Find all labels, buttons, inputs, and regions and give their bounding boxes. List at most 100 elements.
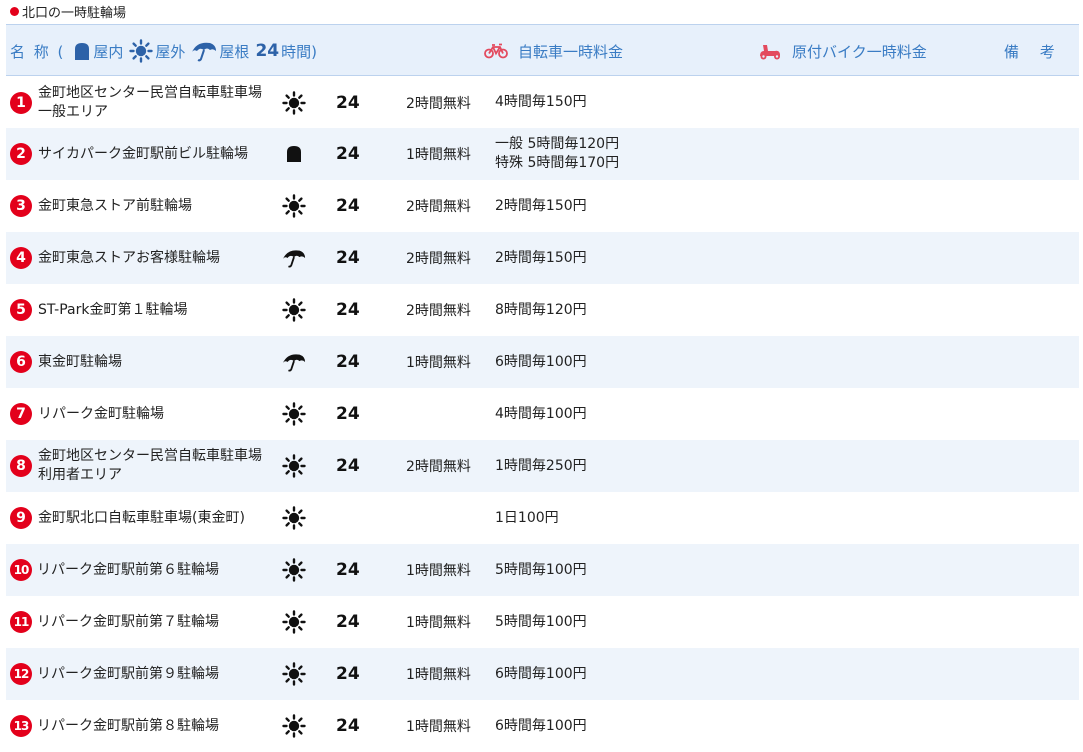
notes-header: 備 考 [1004,25,1063,77]
row-number-badge: 7 [10,403,32,425]
parking-name: リパーク金町駅前第８駐輪場 [37,717,219,734]
fee-line: 4時間毎100円 [495,405,587,422]
table-row: 4 金町東急ストアお客様駐輪場 24 2時間無料 2時間毎150円 [6,232,1079,284]
open-24h: 24 [336,612,360,632]
open-24h: 24 [336,560,360,580]
fee-line: 6時間毎100円 [495,353,587,370]
hours-label: 時間) [281,42,317,61]
bicycle-fee-header: 自転車一時料金 [484,25,623,77]
legend-indoor: 屋内 [73,41,123,62]
row-number-badge: 13 [10,715,32,737]
table-row: 11 リパーク金町駅前第７駐輪場 24 1時間無料 5時間毎100円 [6,596,1079,648]
fee-line: 5時間毎100円 [495,561,587,578]
sun-icon [282,558,306,582]
fee-line: 2時間毎150円 [495,197,587,214]
parking-name: 金町東急ストア前駐輪場 [38,197,192,214]
indoor-icon [75,43,90,60]
bicycle-fee: 6時間毎100円 [495,700,587,752]
legend-24h: 24 時間) [255,41,317,62]
notes-label: 備 考 [1004,42,1063,61]
open-24h: 24 [336,404,360,424]
free-time: 1時間無料 [406,719,471,735]
fee-line: 2時間毎150円 [495,249,587,266]
fee-line: 8時間毎120円 [495,301,587,318]
umbrella-icon [192,42,217,62]
row-number-badge: 10 [10,559,32,581]
fee-line: 6時間毎100円 [495,717,587,734]
parking-table-body: 1 金町地区センター民営自転車駐車場一般エリア 24 2時間無料 4時間毎150… [6,77,1079,752]
bicycle-fee: 一般 5時間毎120円 特殊 5時間毎170円 [495,128,619,180]
indoor-label: 屋内 [93,42,124,61]
sun-icon [282,298,306,322]
parking-name: 金町地区センター民営自転車駐車場利用者エリア [38,448,262,483]
bicycle-fee: 2時間毎150円 [495,180,587,232]
open-24h: 24 [336,92,360,113]
free-time: 1時間無料 [406,147,471,163]
parking-name: リパーク金町駐輪場 [38,405,164,422]
free-time: 2時間無料 [406,199,471,215]
row-number-badge: 4 [10,247,32,269]
sun-icon [282,402,306,426]
open-24h: 24 [336,196,360,216]
roof-label: 屋根 [219,42,250,61]
table-row: 7 リパーク金町駐輪場 24 4時間毎100円 [6,388,1079,440]
free-time: 1時間無料 [406,667,471,683]
table-row: 1 金町地区センター民営自転車駐車場一般エリア 24 2時間無料 4時間毎150… [6,77,1079,128]
row-number-badge: 6 [10,351,32,373]
parking-name: ST-Park金町第１駐輪場 [38,301,188,318]
bicycle-fee: 6時間毎100円 [495,336,587,388]
fee-line: 5時間毎100円 [495,613,587,630]
sun-icon [282,454,306,478]
free-time: 2時間無料 [406,459,471,475]
red-dot-icon [10,6,19,16]
parking-name: 東金町駐輪場 [38,353,122,370]
table-row: 10 リパーク金町駅前第６駐輪場 24 1時間無料 5時間毎100円 [6,544,1079,596]
fee-line: 一般 5時間毎120円 [495,136,620,152]
free-time: 2時間無料 [406,95,471,112]
open-24h: 24 [336,716,360,736]
bicycle-fee: 1時間毎250円 [495,440,587,492]
sun-icon [282,91,306,115]
table-row: 13 リパーク金町駅前第８駐輪場 24 1時間無料 6時間毎100円 [6,700,1079,752]
parking-name: リパーク金町駅前第７駐輪場 [37,613,219,630]
open-24h: 24 [336,456,360,476]
open-24h: 24 [336,248,360,268]
legend-outdoor: 屋外 [129,39,185,63]
bicycle-fee: 1日100円 [495,492,559,544]
free-time: 2時間無料 [406,303,471,319]
row-number-badge: 11 [10,611,32,633]
fee-line: 6時間毎100円 [495,665,587,682]
parking-name: リパーク金町駅前第９駐輪場 [37,665,219,682]
24h-mark: 24 [255,41,280,61]
bicycle-fee: 6時間毎100円 [495,648,587,700]
sun-icon [282,714,306,738]
sun-icon [282,662,306,686]
bicycle-fee: 8時間毎120円 [495,284,587,336]
row-number-badge: 3 [10,195,32,217]
bicycle-fee: 4時間毎150円 [495,77,587,128]
row-number-badge: 1 [10,92,32,114]
fee-line: 4時間毎150円 [495,94,587,110]
open-24h: 24 [336,300,360,320]
sun-icon [282,610,306,634]
parking-name: リパーク金町駅前第６駐輪場 [37,561,219,578]
bicycle-fee: 5時間毎100円 [495,596,587,648]
moped-fee-label: 原付バイク一時料金 [792,42,927,61]
bicycle-icon [484,43,508,59]
legend-roof: 屋根 [191,40,249,62]
parking-name: 金町地区センター民営自転車駐車場一般エリア [38,84,262,120]
table-row: 12 リパーク金町駅前第９駐輪場 24 1時間無料 6時間毎100円 [6,648,1079,700]
free-time: 1時間無料 [406,355,471,371]
bicycle-fee: 5時間毎100円 [495,544,587,596]
open-24h: 24 [336,352,360,372]
parking-name: サイカパーク金町駅前ビル駐輪場 [38,145,248,162]
table-row: 2 サイカパーク金町駅前ビル駐輪場 24 1時間無料 一般 5時間毎120円 特殊… [6,128,1079,180]
umbrella-icon [282,246,306,270]
fee-line: 1日100円 [495,509,559,526]
indoor-icon [282,142,306,166]
scooter-icon [758,42,782,60]
parking-name: 金町東急ストアお客様駐輪場 [38,249,220,266]
free-time: 2時間無料 [406,251,471,267]
section-title: 北口の一時駐輪場 [22,5,127,21]
sun-icon [282,194,306,218]
